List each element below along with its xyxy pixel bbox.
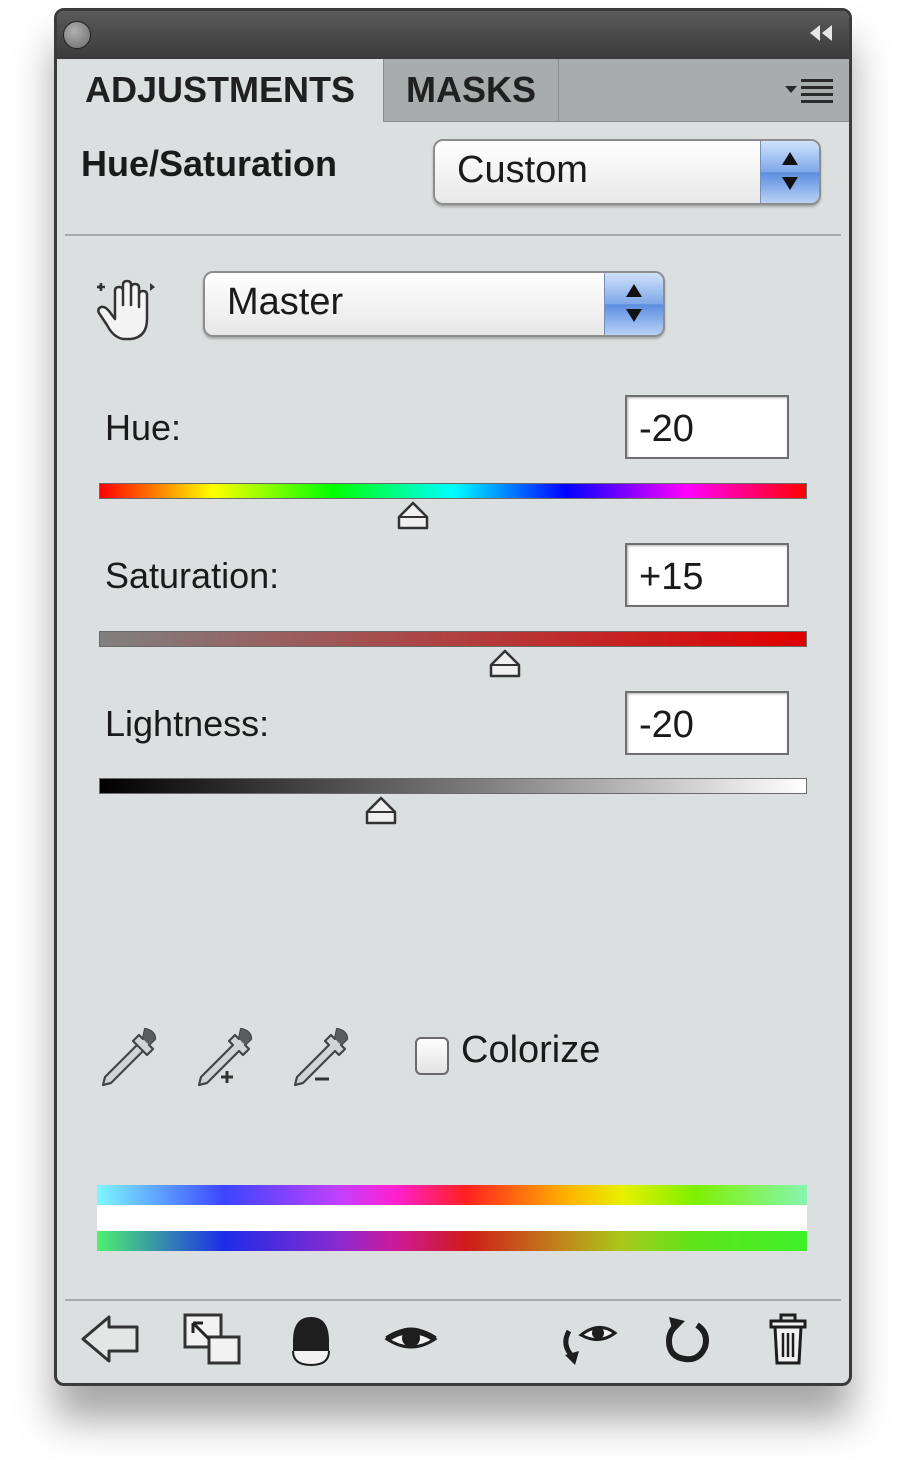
view-previous-icon[interactable] bbox=[555, 1311, 619, 1367]
channel-select[interactable]: Master bbox=[203, 271, 665, 337]
collapse-icon[interactable] bbox=[807, 23, 835, 48]
colorize-checkbox[interactable] bbox=[415, 1037, 449, 1075]
color-ramp-gap bbox=[97, 1205, 807, 1231]
tab-adjustments[interactable]: ADJUSTMENTS bbox=[57, 59, 384, 122]
close-icon[interactable] bbox=[63, 21, 91, 49]
back-arrow-icon[interactable] bbox=[79, 1311, 143, 1367]
adjustment-title: Hue/Saturation bbox=[81, 143, 338, 184]
eyedropper-icon[interactable] bbox=[97, 1025, 159, 1089]
layer-mask-icon[interactable] bbox=[279, 1311, 343, 1367]
hue-label: Hue: bbox=[105, 407, 182, 448]
panel-titlebar bbox=[57, 11, 849, 59]
channel-select-value: Master bbox=[227, 281, 344, 323]
saturation-slider-track[interactable] bbox=[99, 631, 807, 647]
lightness-value-field[interactable]: -20 bbox=[625, 691, 789, 755]
targeted-adjustment-hand-icon[interactable] bbox=[95, 279, 157, 345]
footer-divider bbox=[65, 1299, 841, 1301]
visibility-eye-icon[interactable] bbox=[379, 1311, 443, 1367]
preset-select-value: Custom bbox=[457, 149, 588, 191]
saturation-slider-thumb[interactable] bbox=[488, 649, 522, 679]
saturation-value-field[interactable]: +15 bbox=[625, 543, 789, 607]
saturation-label: Saturation: bbox=[105, 555, 280, 596]
hue-slider-thumb[interactable] bbox=[396, 501, 430, 531]
lightness-slider-track[interactable] bbox=[99, 778, 807, 794]
trash-icon[interactable] bbox=[759, 1311, 823, 1367]
input-color-ramp bbox=[97, 1185, 807, 1205]
panel-menu-icon[interactable] bbox=[781, 77, 837, 105]
header-divider bbox=[65, 234, 841, 236]
select-arrows-icon bbox=[760, 141, 819, 203]
tab-masks[interactable]: MASKS bbox=[384, 59, 559, 121]
eyedropper-subtract-icon[interactable] bbox=[289, 1025, 351, 1089]
reset-icon[interactable] bbox=[655, 1311, 719, 1367]
adjustments-panel: ADJUSTMENTS MASKS Hue/Saturation Custom bbox=[54, 8, 852, 1386]
lightness-label: Lightness: bbox=[105, 703, 270, 744]
tab-bar: ADJUSTMENTS MASKS bbox=[57, 59, 849, 122]
colorize-label: Colorize bbox=[461, 1029, 601, 1071]
collapse-icon-glyph bbox=[810, 25, 832, 41]
output-color-ramp bbox=[97, 1231, 807, 1251]
select-arrows-icon bbox=[604, 273, 663, 335]
clip-to-layer-icon[interactable] bbox=[179, 1311, 243, 1367]
lightness-slider-thumb[interactable] bbox=[364, 796, 398, 826]
hue-slider-track[interactable] bbox=[99, 483, 807, 499]
eyedropper-add-icon[interactable] bbox=[193, 1025, 255, 1089]
hue-value-field[interactable]: -20 bbox=[625, 395, 789, 459]
preset-select[interactable]: Custom bbox=[433, 139, 821, 205]
